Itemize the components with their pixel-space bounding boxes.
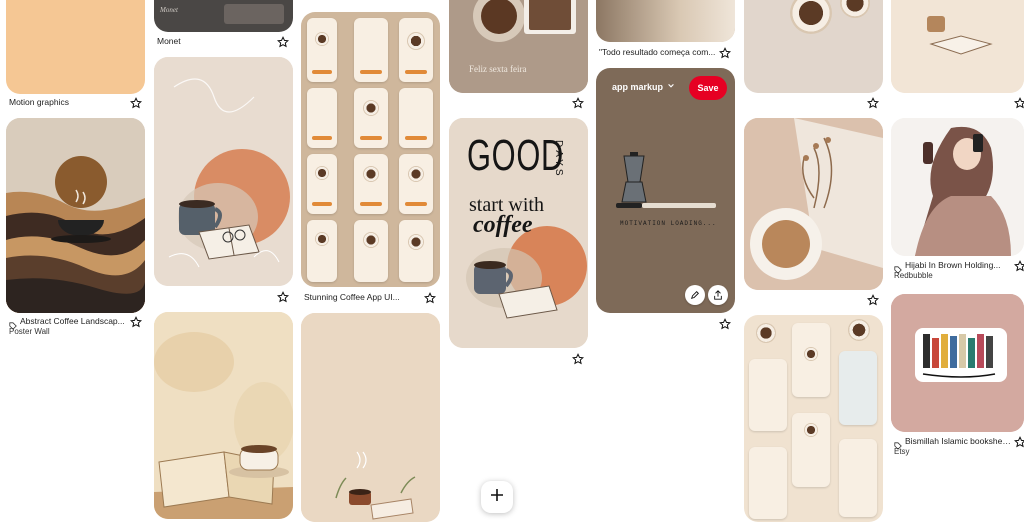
pin-book-coffee-illustration[interactable] — [891, 0, 1024, 93]
phone-mockup — [399, 154, 433, 214]
pin-source[interactable]: Redbubble — [894, 271, 933, 280]
share-upload-icon[interactable] — [708, 285, 728, 305]
coffee-flowers-photo — [744, 118, 883, 290]
phone-mockup — [354, 154, 388, 214]
phone-mockup — [307, 18, 337, 82]
save-star-icon[interactable] — [424, 292, 436, 304]
phone-mockup — [354, 220, 388, 282]
pin-source[interactable]: Etsy — [894, 447, 910, 456]
coffee-books-steam-art — [301, 313, 440, 522]
pin-coffee-app-mockups[interactable] — [744, 315, 883, 522]
save-star-icon[interactable] — [1014, 436, 1024, 448]
tag-icon — [894, 437, 902, 450]
tag-icon — [894, 261, 902, 274]
phone-mockup — [792, 323, 830, 397]
pin-motivation-loading-hover[interactable]: app markup Save MOTIVATION LOADING... — [596, 68, 735, 313]
pin-title: "Todo resultado começa com... — [599, 47, 716, 57]
feliz-sexta-photo — [449, 0, 588, 93]
save-star-icon[interactable] — [572, 97, 584, 109]
hijabi-illustration — [891, 118, 1024, 256]
pin-title-row: Bismillah Islamic bookshelf... — [894, 433, 1012, 450]
tag-icon — [9, 317, 17, 330]
phone-mockup — [354, 18, 388, 82]
pin-coffee-book-illustration[interactable] — [154, 57, 293, 286]
save-star-icon[interactable] — [572, 353, 584, 365]
pin-title-row: Stunning Coffee App UI... — [304, 289, 422, 305]
phone-mockup — [399, 88, 433, 148]
feliz-overlay-text: Feliz sexta feira — [469, 64, 527, 74]
edit-pencil-icon[interactable] — [685, 285, 705, 305]
pin-feliz-sexta[interactable]: Feliz sexta feira — [449, 0, 588, 93]
phone-mockup — [399, 220, 433, 282]
pin-title-row: Motion graphics — [9, 94, 145, 110]
pin-bismillah-bookshelf[interactable] — [891, 294, 1024, 432]
coffee-book-illustration — [154, 57, 293, 286]
abstract-landscape-art — [6, 118, 145, 313]
headline-coffee: coffee — [473, 212, 533, 238]
monet-overlay-text: Monet — [160, 6, 178, 14]
save-star-icon[interactable] — [1014, 260, 1024, 272]
pin-title-row: Monet — [157, 33, 277, 49]
pin-title: Motion graphics — [9, 97, 70, 107]
bookshelf-sticker — [891, 294, 1024, 432]
pin-title: Monet — [157, 36, 181, 46]
pin-coffee-dried-flowers[interactable] — [744, 118, 883, 290]
plus-icon — [489, 487, 505, 508]
pin-motion-graphics[interactable] — [6, 0, 145, 94]
pin-vintage-book-coffee[interactable] — [154, 312, 293, 519]
phone-mockup — [749, 447, 787, 519]
phone-mockup — [839, 439, 877, 517]
book-coffee-art — [891, 0, 1024, 93]
pin-coffee-app-ui[interactable] — [301, 12, 440, 287]
pin-coffee-cups-top[interactable] — [744, 0, 883, 93]
save-star-icon[interactable] — [867, 294, 879, 306]
pin-title: Stunning Coffee App UI... — [304, 292, 400, 302]
save-star-icon[interactable] — [277, 36, 289, 48]
save-star-icon[interactable] — [719, 47, 731, 59]
save-star-icon[interactable] — [130, 316, 142, 328]
moka-pot-illustration — [616, 152, 716, 208]
save-star-icon[interactable] — [719, 318, 731, 330]
phone-mockup — [307, 220, 337, 282]
phone-mockup — [839, 351, 877, 425]
phone-mockup — [792, 413, 830, 487]
pin-abstract-coffee-landscape[interactable] — [6, 118, 145, 313]
phone-mockup — [307, 154, 337, 214]
pin-title: Hijabi In Brown Holding... — [905, 260, 1001, 270]
pin-title: Abstract Coffee Landscap... — [20, 316, 125, 326]
pin-hijabi-brown[interactable] — [891, 118, 1024, 256]
phone-mockup — [399, 18, 433, 82]
save-star-icon[interactable] — [277, 291, 289, 303]
headline-good: GOOD — [467, 131, 564, 180]
vintage-book-coffee-art — [154, 312, 293, 519]
phone-mockup — [354, 88, 388, 148]
phone-mockup — [307, 88, 337, 148]
pin-source[interactable]: Poster Wall — [9, 327, 50, 336]
headline-days: DAYS — [553, 140, 564, 179]
pin-coffee-books-steam[interactable] — [301, 313, 440, 522]
pin-monet[interactable]: Monet — [154, 0, 293, 32]
save-star-icon[interactable] — [867, 97, 879, 109]
add-button[interactable] — [481, 481, 513, 513]
save-star-icon[interactable] — [130, 97, 142, 109]
save-star-icon[interactable] — [1014, 97, 1024, 109]
pin-title-row: "Todo resultado começa com... — [599, 44, 717, 60]
pin-todo-resultado[interactable] — [596, 0, 735, 42]
phone-mockup — [749, 359, 787, 431]
pin-title: Bismillah Islamic bookshelf... — [905, 436, 1012, 446]
pin-good-days-coffee[interactable]: GOOD DAYS start with coffee — [449, 118, 588, 348]
motivation-loading-text: MOTIVATION LOADING... — [620, 220, 717, 227]
